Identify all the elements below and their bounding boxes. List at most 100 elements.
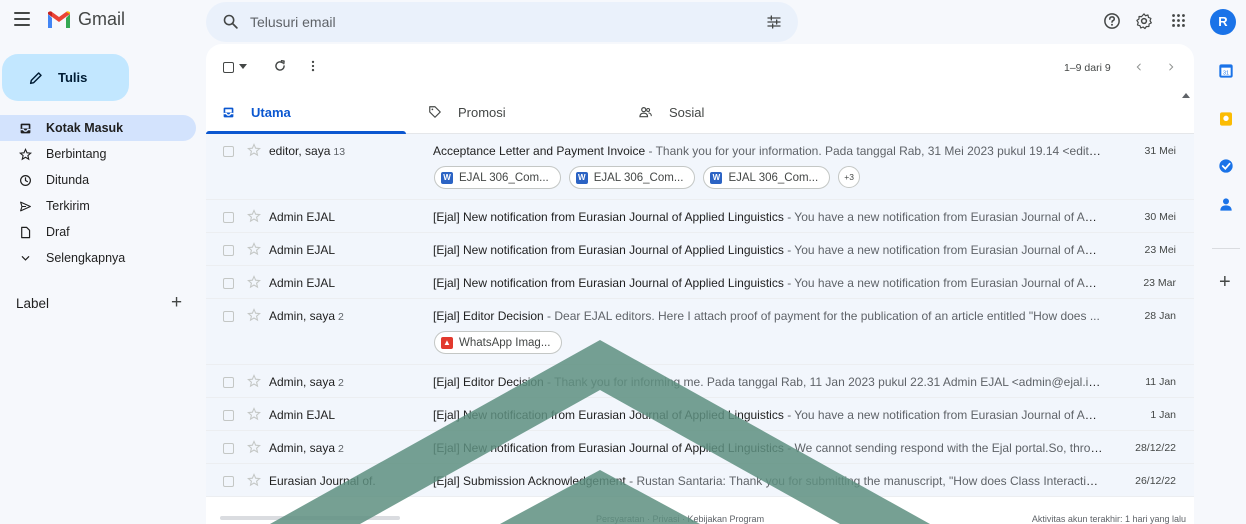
- row-checkbox[interactable]: [223, 476, 234, 487]
- email-row[interactable]: Admin EJAL [Ejal] New notification from …: [206, 200, 1194, 233]
- attachment-chip[interactable]: W EJAL 306_Com...: [568, 166, 696, 189]
- row-checkbox[interactable]: [223, 410, 234, 421]
- email-preview: Acceptance Letter and Payment Invoice - …: [433, 144, 1103, 158]
- select-all-checkbox[interactable]: [223, 62, 234, 73]
- sidebar-item-more[interactable]: Selengkapnya: [0, 245, 196, 271]
- sidebar-item-label: Kotak Masuk: [46, 121, 124, 135]
- row-checkbox[interactable]: [223, 377, 234, 388]
- email-subject: [Ejal] Editor Decision: [433, 375, 544, 389]
- sidebar-item-snoozed[interactable]: Ditunda: [0, 167, 196, 193]
- sender-name: Admin EJAL: [269, 276, 336, 290]
- tab-social[interactable]: Sosial: [638, 90, 704, 134]
- star-icon[interactable]: [247, 209, 261, 223]
- email-sender: editor, saya 13: [269, 144, 419, 158]
- contacts-icon[interactable]: [1218, 196, 1234, 212]
- attachment-chip[interactable]: W EJAL 306_Com...: [703, 166, 831, 189]
- email-snippet: - Thank you for informing me. Pada tangg…: [543, 375, 1103, 389]
- tab-primary[interactable]: Utama: [222, 90, 291, 134]
- search-input[interactable]: [250, 10, 730, 34]
- select-dropdown-icon[interactable]: [239, 64, 247, 70]
- help-icon[interactable]: [1103, 12, 1121, 30]
- sidebar-item-sent[interactable]: Terkirim: [0, 193, 196, 219]
- sender-name: Admin, saya: [269, 309, 336, 323]
- tab-promotions[interactable]: Promosi: [428, 90, 506, 134]
- email-date: 28/12/22: [1135, 442, 1176, 454]
- word-doc-icon: W: [575, 171, 588, 184]
- email-row[interactable]: Admin EJAL [Ejal] New notification from …: [206, 233, 1194, 266]
- add-label-button[interactable]: +: [171, 292, 182, 314]
- word-doc-icon: W: [710, 171, 723, 184]
- star-icon[interactable]: [247, 407, 261, 421]
- email-row[interactable]: Admin, saya 2 [Ejal] Editor Decision - De…: [206, 299, 1194, 365]
- search-icon[interactable]: [222, 13, 239, 30]
- row-checkbox[interactable]: [223, 278, 234, 289]
- star-icon[interactable]: [247, 242, 261, 256]
- attachment-list: ▲ WhatsApp Imag...: [434, 331, 570, 354]
- email-row[interactable]: Admin EJAL [Ejal] New notification from …: [206, 266, 1194, 299]
- sidebar-item-starred[interactable]: Berbintang: [0, 141, 196, 167]
- apps-grid-icon[interactable]: [1170, 12, 1187, 29]
- attachment-name: EJAL 306_Com...: [593, 171, 684, 184]
- email-row[interactable]: editor, saya 13 Acceptance Letter and Pay…: [206, 134, 1194, 200]
- more-options-icon[interactable]: [306, 58, 320, 74]
- get-addons-button[interactable]: +: [1219, 271, 1231, 294]
- attachment-chip[interactable]: ▲ WhatsApp Imag...: [434, 331, 563, 354]
- list-toolbar: 1–9 dari 9: [206, 44, 1194, 90]
- chevron-right-icon[interactable]: [1166, 61, 1176, 73]
- star-icon[interactable]: [247, 440, 261, 454]
- calendar-icon[interactable]: 31: [1218, 63, 1234, 79]
- compose-button[interactable]: Tulis: [2, 54, 129, 101]
- settings-gear-icon[interactable]: [1135, 12, 1153, 30]
- footer-links[interactable]: Persyaratan · Privasi · Kebijakan Progra…: [596, 514, 764, 524]
- refresh-icon[interactable]: [273, 59, 287, 73]
- search-bar[interactable]: [206, 2, 798, 42]
- email-sender: Admin EJAL: [269, 210, 419, 224]
- email-date: 31 Mei: [1144, 145, 1176, 157]
- more-attachments-badge[interactable]: +3: [838, 166, 861, 188]
- email-date: 1 Jan: [1150, 409, 1176, 421]
- chevron-left-icon[interactable]: [1134, 61, 1144, 73]
- email-sender: Admin EJAL: [269, 276, 419, 290]
- keep-notes-icon[interactable]: [1218, 111, 1234, 127]
- mail-list-panel: 1–9 dari 9 Utama Promosi Sosial editor, …: [206, 44, 1194, 524]
- email-sender: Admin EJAL: [269, 243, 419, 257]
- email-row[interactable]: Admin, saya 2 [Ejal] New notification fro…: [206, 431, 1194, 464]
- email-preview: [Ejal] New notification from Eurasian Jo…: [433, 441, 1103, 455]
- scroll-up-icon[interactable]: [1182, 92, 1190, 98]
- star-icon[interactable]: [247, 473, 261, 487]
- email-sender: Admin, saya 2: [269, 375, 419, 389]
- email-subject: [Ejal] New notification from Eurasian Jo…: [433, 441, 784, 455]
- gmail-logo[interactable]: Gmail: [46, 9, 125, 30]
- star-icon[interactable]: [247, 308, 261, 322]
- email-row[interactable]: Admin EJAL [Ejal] New notification from …: [206, 398, 1194, 431]
- email-row[interactable]: Eurasian Journal of. [Ejal] Submission A…: [206, 464, 1194, 497]
- row-checkbox[interactable]: [223, 245, 234, 256]
- sidebar-item-drafts[interactable]: Draf: [0, 219, 196, 245]
- email-subject: [Ejal] New notification from Eurasian Jo…: [433, 243, 784, 257]
- star-icon[interactable]: [247, 275, 261, 289]
- storage-usage-bar: [220, 516, 400, 520]
- email-row[interactable]: Admin, saya 2 [Ejal] Editor Decision - Th…: [206, 365, 1194, 398]
- row-checkbox[interactable]: [223, 212, 234, 223]
- last-activity-text[interactable]: Aktivitas akun terakhir: 1 hari yang lal…: [1032, 514, 1186, 524]
- account-avatar[interactable]: R: [1210, 9, 1236, 35]
- sidebar-item-inbox[interactable]: Kotak Masuk: [0, 115, 196, 141]
- search-options-icon[interactable]: [766, 14, 782, 30]
- email-subject: [Ejal] New notification from Eurasian Jo…: [433, 408, 784, 422]
- row-checkbox[interactable]: [223, 443, 234, 454]
- star-icon[interactable]: [247, 374, 261, 388]
- top-bar: Gmail R: [0, 0, 1246, 44]
- attachment-chip[interactable]: W EJAL 306_Com...: [434, 166, 561, 189]
- tab-label: Utama: [251, 104, 291, 120]
- email-preview: [Ejal] New notification from Eurasian Jo…: [433, 276, 1103, 290]
- thread-count: 13: [333, 146, 346, 158]
- row-checkbox[interactable]: [223, 146, 234, 157]
- main-menu-icon[interactable]: [14, 12, 30, 26]
- tasks-icon[interactable]: [1218, 158, 1234, 174]
- row-checkbox[interactable]: [223, 311, 234, 322]
- star-icon[interactable]: [247, 143, 261, 157]
- email-snippet: - You have a new notification from Euras…: [783, 408, 1103, 422]
- email-snippet: - Rustan Santaria: Thank you for submitt…: [625, 474, 1103, 488]
- sidebar-item-label: Berbintang: [46, 147, 107, 161]
- pagination-text: 1–9 dari 9: [1064, 62, 1111, 74]
